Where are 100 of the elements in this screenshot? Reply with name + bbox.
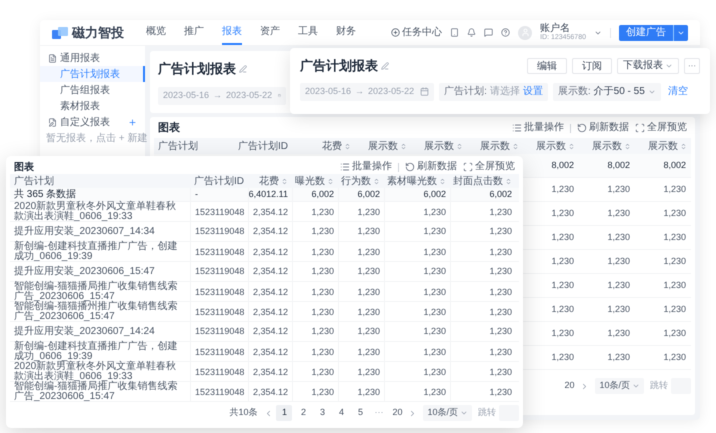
action-button[interactable]: 订阅 [572, 58, 612, 74]
sort-icon[interactable] [400, 142, 407, 150]
column-header: 展示数 [420, 138, 467, 154]
sort-icon[interactable] [281, 178, 288, 185]
table-cell-text: 新创编-创建科技直播推广广告，创建成功_0606_19:39 [14, 242, 178, 262]
table-cell-text: 智能创编-猫猫播局推广收集销售线索广告_20230606_15:47 [14, 382, 178, 402]
toolbar-button[interactable]: 批量操作 [340, 162, 392, 172]
report-title: 广告计划报表 [300, 57, 378, 75]
table-cell-text: 2020新款男童秋冬外风文童单鞋春秋款演出表演鞋_0606_19:33 [14, 202, 178, 222]
filter-chip[interactable]: 广告计划: 请选择 设置 [439, 82, 548, 100]
refresh-icon [405, 162, 415, 172]
edit-icon[interactable] [381, 62, 389, 70]
avatar[interactable] [518, 26, 532, 40]
table-cell: 1,230 [357, 368, 380, 376]
table-cell: 2,354.12 [252, 348, 288, 356]
create-dropdown-button[interactable] [673, 24, 688, 40]
clear-link[interactable]: 清空 [668, 84, 688, 99]
sort-icon[interactable] [327, 178, 334, 185]
edit-icon[interactable] [239, 64, 247, 73]
toolbar-button[interactable]: 全屏预览 [463, 162, 515, 172]
table-cell: 2,354.12 [252, 308, 288, 316]
page-button[interactable]: 20 [561, 378, 578, 394]
sidebar-item[interactable]: 广告计划报表 [40, 66, 145, 82]
sort-icon[interactable] [373, 178, 380, 185]
nav-tab[interactable]: 资产 [260, 20, 280, 45]
nav-tab[interactable]: 概览 [146, 20, 166, 45]
table-cell: 2,354.12 [252, 248, 288, 256]
account-name: 账户名 [540, 24, 572, 34]
table-cell-text: 1,230 [550, 206, 575, 220]
help-icon[interactable] [501, 28, 510, 37]
column-header: 素材曝光数 [383, 174, 450, 189]
table-cell-text: 1,230 [662, 350, 687, 364]
table-cell-text: 8,002 [606, 158, 631, 172]
task-center-button[interactable]: 任务中心 [391, 25, 442, 40]
table-cell: 1,230 [311, 248, 334, 256]
table-cell: 1,230 [311, 388, 334, 396]
table-cell: - [195, 190, 198, 199]
action-button[interactable]: 编辑 [527, 58, 567, 74]
page-button[interactable]: 20 [389, 405, 406, 421]
nav-tab[interactable]: 财务 [336, 20, 356, 45]
table-cell-text: 新创编-创建科技直播推广广告，创建成功_0606_19:39 [14, 342, 178, 362]
add-icon[interactable] [128, 118, 137, 126]
table-cell: 1,230 [357, 308, 380, 316]
table-cell: 1523119048 [195, 208, 244, 216]
sidebar-item[interactable]: 广告组报表 [40, 82, 145, 98]
table-cell: 1,230 [311, 288, 334, 296]
table-cell: 1,230 [423, 208, 446, 216]
page-size-select[interactable]: 10条/页 [595, 378, 644, 394]
sort-icon[interactable] [505, 178, 512, 185]
table-cell: 1,230 [357, 227, 380, 236]
report-title: 广告计划报表 [158, 60, 236, 78]
create-ad-button[interactable]: 创建广告 [619, 24, 673, 40]
sort-icon[interactable] [439, 178, 446, 185]
sort-icon[interactable] [568, 142, 575, 150]
sidebar-item[interactable]: 素材报表 [40, 98, 145, 114]
table-cell: 1,230 [311, 308, 334, 316]
sort-icon[interactable] [456, 142, 463, 150]
filter-dropdown[interactable]: 展示数: 介于50 - 55 [552, 82, 661, 100]
column-header: 广告计划 [13, 174, 55, 188]
chevron-down-icon [632, 382, 640, 390]
sort-icon[interactable] [344, 142, 351, 150]
table-cell: 6,4012.11 [248, 190, 288, 199]
chevron-down-icon [460, 409, 468, 417]
calendar-icon [420, 87, 430, 96]
bell-icon[interactable] [467, 28, 476, 37]
table-cell-text: 1,230 [606, 182, 631, 196]
toolbar-button[interactable]: 刷新数据 [577, 123, 629, 133]
list-icon [340, 162, 350, 172]
toolbar-button[interactable]: 刷新数据 [405, 162, 457, 172]
page-button[interactable]: 1 [276, 405, 292, 421]
table-cell-text: 1,230 [662, 326, 687, 340]
sort-icon[interactable] [680, 142, 687, 150]
page-button[interactable]: 5 [352, 405, 368, 421]
table-cell: 1,230 [489, 308, 512, 316]
page-size-select[interactable]: 10条/页 [423, 405, 472, 421]
more-button[interactable]: ··· [684, 58, 700, 74]
table-cell: 1,230 [423, 348, 446, 356]
column-header: 花费 [255, 174, 292, 189]
sort-icon[interactable] [512, 142, 519, 150]
table-cell-text: 1,230 [662, 182, 687, 196]
toolbar-button[interactable]: 批量操作 [512, 123, 564, 133]
column-header: 广告计划ID [237, 140, 289, 154]
toolbar-button[interactable]: 全屏预览 [635, 123, 687, 133]
nav-tab[interactable]: 推广 [184, 20, 204, 45]
page-button[interactable]: 3 [314, 405, 330, 421]
message-icon[interactable] [484, 28, 494, 37]
column-header: 广告计划 [157, 140, 199, 154]
nav-tab[interactable]: 工具 [298, 20, 318, 45]
table-cell: 2,354.12 [252, 227, 288, 236]
nav-tab[interactable]: 报表 [222, 20, 242, 45]
table-cell: 1,230 [489, 248, 512, 256]
tablet-icon[interactable] [450, 28, 460, 37]
page-button[interactable]: 4 [333, 405, 350, 421]
page-button[interactable]: 2 [295, 405, 312, 421]
download-button[interactable]: 下载报表 [617, 58, 679, 74]
brand-name: 磁力智投 [72, 24, 124, 42]
sort-icon[interactable] [624, 142, 631, 150]
file-edit-icon [48, 118, 57, 126]
column-header: 展示数 [588, 138, 635, 154]
table-cell: 1,230 [311, 267, 334, 276]
